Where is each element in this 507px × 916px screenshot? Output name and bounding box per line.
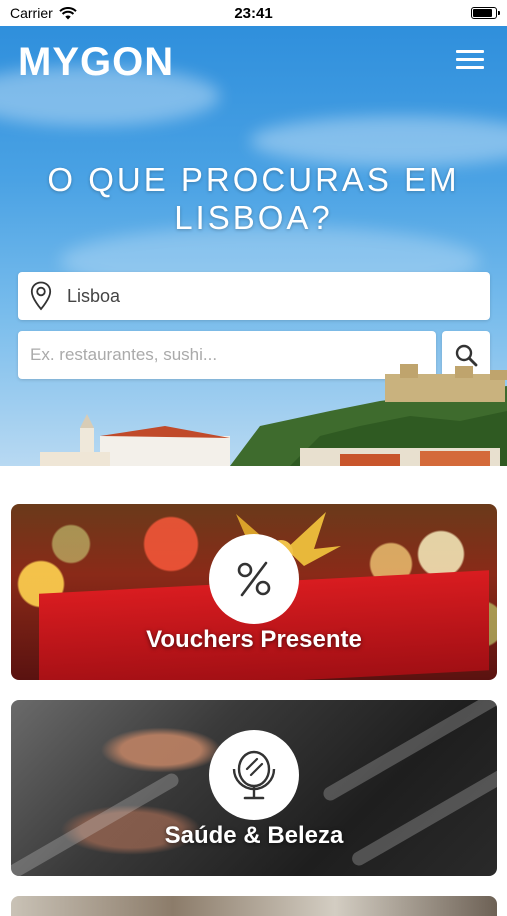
wifi-icon [59,6,77,19]
mygon-logo[interactable]: MYGON [18,40,174,85]
battery-icon [471,7,500,19]
category-label: Saúde & Beleza [164,822,344,849]
status-left: Carrier [10,5,77,21]
category-label: Vouchers Presente [146,626,362,653]
category-card-beauty[interactable]: Saúde & Beleza [11,700,497,876]
card-icon-circle [209,534,299,624]
location-field[interactable]: Lisboa [18,272,490,320]
carrier-label: Carrier [10,5,53,21]
card-icon-circle [209,730,299,820]
category-card-vouchers[interactable]: Vouchers Presente [11,504,497,680]
lisbon-skyline-illustration [40,364,507,466]
hero-section: MYGON O QUE PROCURAS EM LISBOA? Lisboa [0,26,507,466]
brush-handle-decoration [349,765,497,869]
category-card-partial[interactable] [11,896,497,916]
cloud-decoration [250,116,507,166]
mirror-icon [232,750,276,800]
hero-title: O QUE PROCURAS EM LISBOA? [47,161,460,236]
percent-icon [237,561,271,597]
status-bar: Carrier 23:41 [0,0,507,26]
hamburger-menu-icon[interactable] [456,50,484,72]
map-pin-icon [30,281,52,311]
location-value: Lisboa [67,285,121,306]
